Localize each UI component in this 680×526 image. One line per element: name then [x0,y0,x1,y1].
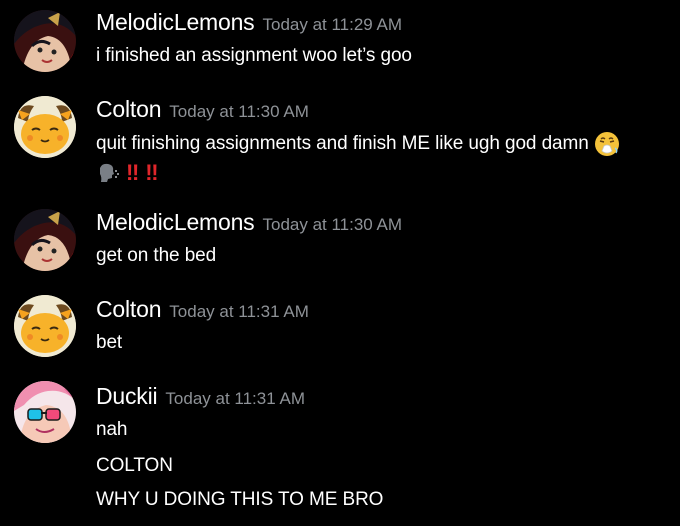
timestamp[interactable]: Today at 11:31 AM [169,302,309,321]
message-header: Duckii Today at 11:31 AM [96,383,305,413]
timestamp[interactable]: Today at 11:30 AM [169,102,309,121]
username[interactable]: MelodicLemons [96,209,255,235]
avatar-melodiclemons[interactable] [14,10,76,72]
double-exclamation-emoji: ‼ [145,160,158,185]
message-header: MelodicLemons Today at 11:29 AM [96,9,402,39]
message-text: bet [96,332,123,353]
sneezing-face-emoji [594,131,620,157]
message-text-content: quit finishing assignments and finish ME… [96,133,589,155]
avatar-melodiclemons[interactable] [14,209,76,271]
message-header: Colton Today at 11:31 AM [96,296,309,326]
avatar-colton[interactable] [14,96,76,158]
message-text: i finished an assignment woo let’s goo [96,45,412,66]
message-header: MelodicLemons Today at 11:30 AM [96,209,402,239]
message-text: quit finishing assignments and finish ME… [96,131,620,157]
message-emoji-row: ‼ ‼ [96,160,159,186]
message-text: nah [96,419,128,440]
username[interactable]: Colton [96,96,161,122]
username[interactable]: Colton [96,296,161,322]
timestamp[interactable]: Today at 11:30 AM [262,215,402,234]
speaking-head-emoji [96,162,120,184]
avatar-duckii[interactable] [14,381,76,443]
message-text: get on the bed [96,245,217,266]
message-text: COLTON [96,455,173,476]
double-exclamation-emoji: ‼ [126,160,139,185]
username[interactable]: Duckii [96,383,158,409]
chat-log: MelodicLemons Today at 11:29 AM i finishe… [0,0,680,526]
timestamp[interactable]: Today at 11:29 AM [262,15,402,34]
timestamp[interactable]: Today at 11:31 AM [165,389,305,408]
message-text: WHY U DOING THIS TO ME BRO [96,489,384,510]
message-header: Colton Today at 11:30 AM [96,96,309,126]
avatar-colton[interactable] [14,295,76,357]
username[interactable]: MelodicLemons [96,9,255,35]
